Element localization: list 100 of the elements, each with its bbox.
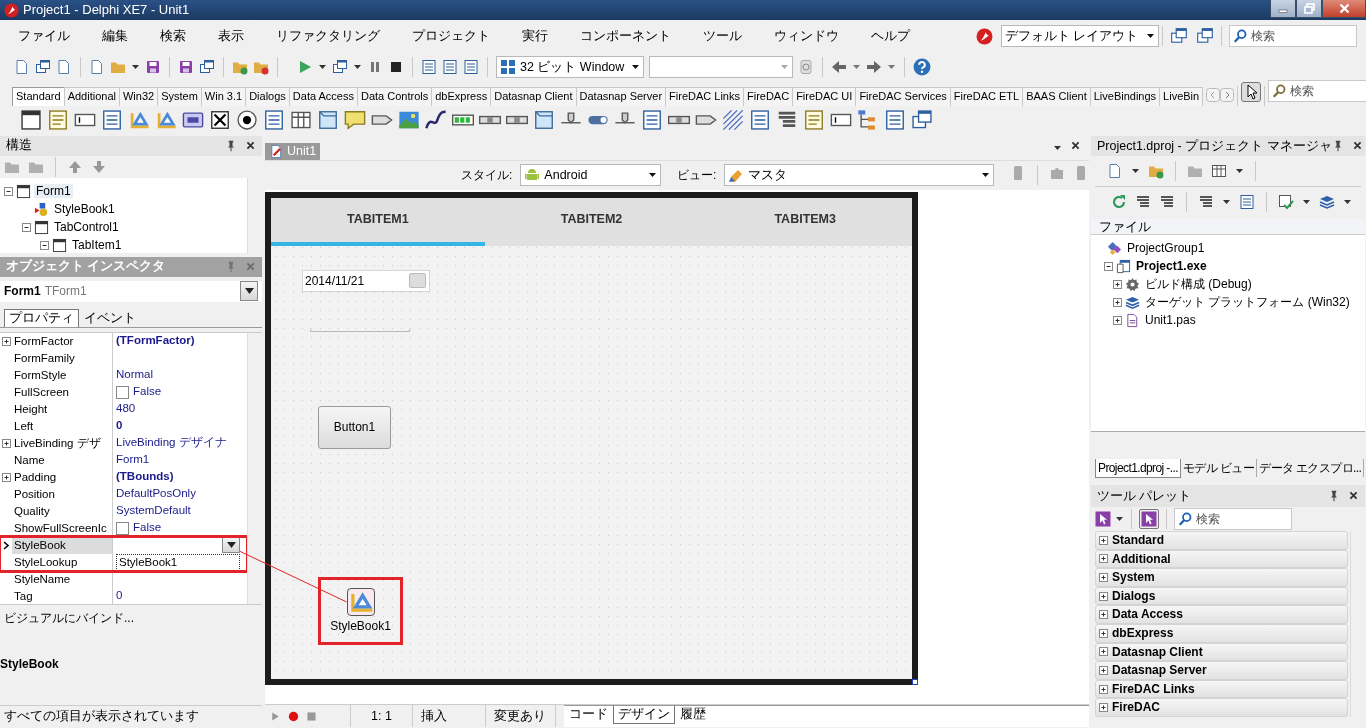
property-name[interactable]: FormFamily [12,349,112,367]
layout-dropdown[interactable]: デフォルト レイアウト [1001,25,1159,47]
view-tab[interactable]: コード [564,706,613,724]
expand-icon[interactable] [1099,535,1108,545]
tree-item[interactable]: StyleBook1 [52,201,117,217]
palette-tab[interactable]: Standard [12,86,65,106]
tree-item[interactable]: ターゲット プラットフォーム (Win32) [1143,294,1352,310]
expand-icon[interactable] [1,438,11,448]
pin-icon[interactable] [1328,490,1340,502]
window-icon[interactable] [20,109,42,131]
expand-icon[interactable] [1099,610,1108,620]
menu-item[interactable]: 検索 [144,28,202,44]
palette-category[interactable]: Additional [1095,549,1348,569]
list-icon[interactable] [1159,193,1175,210]
scroll-left-button[interactable] [1206,88,1221,102]
expand-icon[interactable] [1099,647,1108,657]
list-icon[interactable] [442,59,458,75]
palette-category[interactable]: dbExpress [1095,623,1348,643]
property-name[interactable]: StyleBook [12,536,112,554]
scrollbar[interactable] [247,178,262,254]
palette-tab[interactable]: System [157,86,202,106]
save-layout-icon[interactable] [1170,27,1188,45]
layers-icon[interactable] [1319,193,1335,210]
new-icon[interactable] [14,59,30,75]
property-name[interactable]: ShowFullScreenIc [12,519,112,537]
expand-icon[interactable] [1113,315,1122,325]
palette-category[interactable]: FireDAC [1095,698,1348,717]
stylebook-icon[interactable] [155,109,177,131]
property-name[interactable]: LiveBinding デザ [12,434,112,452]
expand-icon[interactable] [1099,703,1108,713]
property-name[interactable]: Left [12,417,112,435]
menu-item[interactable]: ファイル [2,28,86,44]
tree-item[interactable]: ビルド構成 (Debug) [1143,276,1254,292]
property-name[interactable]: FullScreen [12,383,112,401]
palette-tab[interactable]: Datasnap Client [490,86,577,106]
palette-tab[interactable]: BAAS Client [1022,86,1091,106]
resize-handle[interactable] [912,678,918,685]
palette-tab[interactable]: FireDAC UI [792,86,857,106]
palette-tab[interactable]: FireDAC ETL [949,86,1024,106]
back-icon[interactable] [831,59,847,75]
tree-item[interactable]: TabItem1 [70,237,124,253]
property-name[interactable]: StyleName [12,570,112,588]
panel-icon[interactable] [317,109,339,131]
panel-tab[interactable]: データ エクスプロ... [1257,459,1365,478]
tree-item[interactable]: ProjectGroup1 [1125,240,1207,256]
check-icon[interactable] [1278,193,1294,210]
tree-item[interactable]: Unit1.pas [1143,312,1198,328]
expand-icon[interactable] [1099,684,1108,694]
category-icon[interactable] [1095,511,1111,527]
refresh-icon[interactable] [798,59,814,75]
palette-category[interactable]: Standard [1095,531,1348,550]
view-tab[interactable]: デザイン [613,706,675,724]
menu-item[interactable]: ウィンドウ [758,28,855,44]
restore-button[interactable] [1296,0,1322,18]
panel-icon[interactable] [533,109,555,131]
expand-icon[interactable] [1099,554,1108,564]
palette-category[interactable]: FireDAC Links [1095,679,1348,699]
list-icon[interactable] [749,109,771,131]
collapse-icon[interactable] [1104,261,1113,271]
logo-icon[interactable] [976,27,993,45]
windows-icon[interactable] [911,109,933,131]
close-button[interactable] [1322,0,1366,18]
windows-icon[interactable] [35,59,51,75]
stylebook-icon[interactable] [346,587,375,616]
scrollbar[interactable] [247,332,262,605]
hatch-icon[interactable] [722,109,744,131]
new-icon[interactable] [1107,163,1123,179]
form-tab[interactable]: TABITEM1 [271,197,485,246]
palette-search-field[interactable]: 検索 [1268,80,1366,102]
tree-item[interactable]: TabControl1 [52,219,121,235]
list-icon[interactable] [101,109,123,131]
palette-search-field[interactable]: 検索 [1174,508,1292,530]
palette-category[interactable]: Dialogs [1095,586,1348,606]
stylebook-icon[interactable] [128,109,150,131]
property-name[interactable]: StyleLookup [12,553,112,571]
palette-tab[interactable]: Data Controls [357,86,433,106]
checkbox-icon[interactable] [209,109,231,131]
search-field[interactable]: 検索 [1229,25,1357,47]
property-name[interactable]: Quality [12,502,112,520]
run-icon[interactable] [297,59,313,75]
property-name[interactable]: Name [12,451,112,469]
close-icon[interactable] [1070,139,1081,151]
view-dropdown[interactable]: マスタ [724,164,994,187]
expand-icon[interactable] [1099,573,1108,582]
close-icon[interactable] [245,139,256,151]
apply-layout-icon[interactable] [1196,27,1214,45]
run-without-debug-icon[interactable] [332,59,348,75]
form-button[interactable]: Button1 [318,405,391,449]
palette-category[interactable]: Datasnap Server [1095,661,1348,680]
collapse-icon[interactable] [4,186,13,196]
collapse-icon[interactable] [22,222,31,232]
object-selector[interactable]: Form1 TForm1 [0,280,262,303]
expand-icon[interactable] [1099,591,1108,601]
palette-category[interactable]: System [1095,568,1348,587]
palette-tab[interactable]: FireDAC Services [855,86,951,106]
form-tab[interactable]: TABITEM3 [698,197,912,246]
menu-item[interactable]: 編集 [86,28,144,44]
palette-tab[interactable]: Dialogs [245,86,290,106]
bind-visually-link[interactable]: ビジュアルにバインド... [4,611,134,626]
tree-item[interactable]: Form1 [34,183,73,199]
